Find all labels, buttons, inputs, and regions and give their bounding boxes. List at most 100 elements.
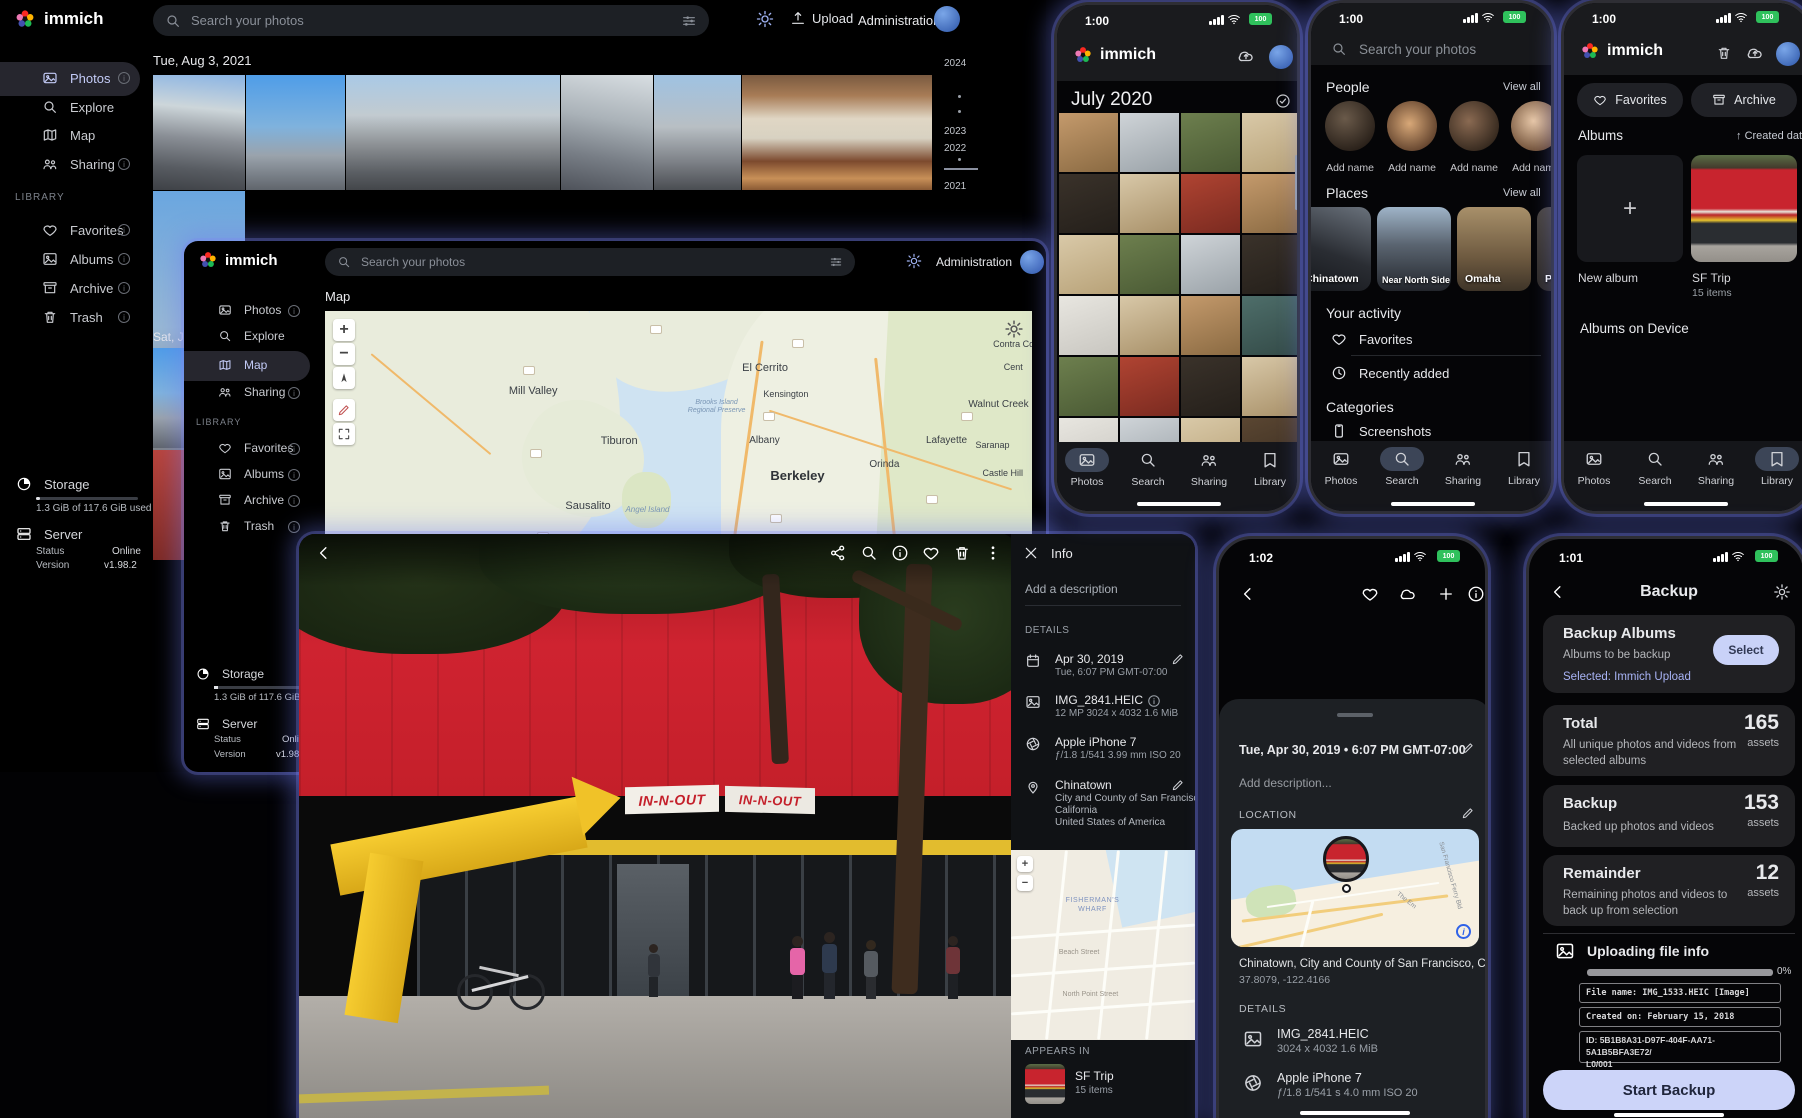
tab-sharing[interactable]: Sharing [1433,447,1493,487]
new-album-tile[interactable]: + [1577,155,1683,262]
tab-search[interactable]: Search [1372,447,1432,487]
search-input[interactable]: Search your photos [1331,41,1476,57]
back-button[interactable] [315,544,333,562]
photo-viewer-image[interactable]: IN-N-OUT IN-N-OUT [299,534,1011,1118]
sidebar-item-archive[interactable]: Archive [42,280,113,296]
trash-button[interactable] [1716,45,1732,61]
photo-thumbnail[interactable] [1242,357,1300,416]
start-backup-button[interactable]: Start Backup [1543,1070,1795,1110]
scrubber-year[interactable]: 2022 [944,143,966,154]
photo-thumbnail[interactable] [1059,296,1118,355]
add-description-field[interactable]: Add a description [1025,582,1118,596]
sidebar-item-map[interactable]: Map [42,127,95,143]
photo-thumbnail[interactable] [1242,174,1300,233]
photo-thumbnail[interactable] [1181,357,1240,416]
photo-thumbnail[interactable] [246,75,345,190]
tab-photos[interactable]: Photos [1311,447,1371,487]
photo-thumbnail[interactable] [1120,174,1179,233]
tab-search[interactable]: Search [1118,448,1178,488]
edit-location-button[interactable] [1461,806,1475,820]
album-thumbnail[interactable] [1025,1064,1065,1104]
theme-toggle-button[interactable] [756,10,774,28]
add-name-button[interactable]: Add name [1511,162,1554,174]
add-name-button[interactable]: Add name [1387,162,1437,174]
places-view-all[interactable]: View all [1503,187,1541,199]
sidebar-item-favorites[interactable]: Favorites [218,441,293,455]
tab-library[interactable]: Library [1494,447,1554,487]
photo-thumbnail[interactable] [1120,113,1179,172]
sidebar-item-favorites[interactable]: Favorites [42,222,123,238]
upload-cloud-button[interactable] [1399,585,1417,603]
tab-search[interactable]: Search [1625,447,1685,487]
photo-thumbnail[interactable] [153,348,184,448]
favorite-button[interactable] [1361,585,1379,603]
people-view-all[interactable]: View all [1503,81,1541,93]
zoom-button[interactable] [860,544,878,562]
add-button[interactable] [1437,585,1455,603]
select-all-icon[interactable] [1275,93,1291,109]
album-tile[interactable] [1691,155,1797,262]
upload-button[interactable]: Upload [790,10,853,26]
sheet-drag-handle[interactable] [1337,713,1373,717]
edit-location-button[interactable] [1171,778,1185,792]
photo-thumbnail[interactable] [1120,235,1179,294]
backup-cloud-button[interactable] [1746,44,1764,62]
add-name-button[interactable]: Add name [1449,162,1499,174]
user-avatar[interactable] [1269,45,1293,69]
add-name-button[interactable]: Add name [1325,162,1375,174]
location-mini-map[interactable]: FISHERMAN'S WHARF Beach Street North Poi… [1011,850,1195,1040]
map-settings-button[interactable] [1004,319,1024,339]
photo-thumbnail[interactable] [1059,357,1118,416]
photo-thumbnail[interactable] [1059,113,1118,172]
sidebar-item-explore[interactable]: Explore [218,329,285,343]
archive-button[interactable]: Archive [1691,83,1797,117]
tab-sharing[interactable]: Sharing [1686,447,1746,487]
select-button[interactable]: Select [1713,635,1779,665]
zoom-out-button[interactable]: − [333,343,355,365]
sidebar-item-sharing[interactable]: Sharing [218,385,285,399]
tab-library[interactable]: Library [1240,448,1300,488]
sidebar-item-map[interactable]: Map [218,358,267,372]
favorite-button[interactable] [922,544,940,562]
photo-thumbnail[interactable] [1181,235,1240,294]
file-info-icon[interactable] [1147,694,1161,708]
edit-date-button[interactable] [1171,652,1185,666]
sidebar-item-sharing[interactable]: Sharing [42,156,115,172]
tab-sharing[interactable]: Sharing [1179,448,1239,488]
person-face[interactable] [1325,101,1375,151]
scrubber-year[interactable]: 2023 [944,126,966,137]
photo-thumbnail[interactable] [153,450,184,560]
photo-thumbnail[interactable] [1242,296,1300,355]
place-tile[interactable]: Near North Side [1377,207,1451,291]
screenshots-item[interactable]: Screenshots [1359,424,1431,439]
tab-photos[interactable]: Photos [1564,447,1624,487]
photo-thumbnail[interactable] [1181,296,1240,355]
theme-toggle-button[interactable] [906,253,922,269]
map-info-icon[interactable]: i [1456,924,1471,939]
sidebar-item-trash[interactable]: Trash [218,519,274,533]
close-icon[interactable] [1023,545,1039,561]
delete-button[interactable] [953,544,971,562]
photo-thumbnail[interactable] [1181,113,1240,172]
user-avatar[interactable] [1020,250,1044,274]
album-title[interactable]: SF Trip [1075,1069,1114,1083]
user-avatar[interactable] [1776,42,1800,66]
fullscreen-button[interactable] [333,423,355,445]
location-map[interactable]: San Francisco Ferry Bld The Em i [1231,829,1479,947]
photo-thumbnail[interactable] [1242,235,1300,294]
scrubber-handle[interactable] [944,168,978,170]
sidebar-item-albums[interactable]: Albums [218,467,284,481]
person-face[interactable] [1511,101,1554,151]
administration-button[interactable]: Administration [858,13,940,28]
photo-location-marker[interactable] [1323,836,1369,882]
user-avatar[interactable] [934,6,960,32]
scrollbar[interactable] [1295,155,1298,210]
photo-thumbnail[interactable] [561,75,653,190]
photo-thumbnail[interactable] [346,75,560,190]
photo-thumbnail[interactable] [1120,418,1179,442]
add-description-field[interactable]: Add description... [1239,776,1332,790]
photo-thumbnail[interactable] [153,75,245,190]
place-tile[interactable]: Chinatown [1308,207,1371,291]
backup-cloud-button[interactable] [1237,47,1255,65]
person-face[interactable] [1387,101,1437,151]
